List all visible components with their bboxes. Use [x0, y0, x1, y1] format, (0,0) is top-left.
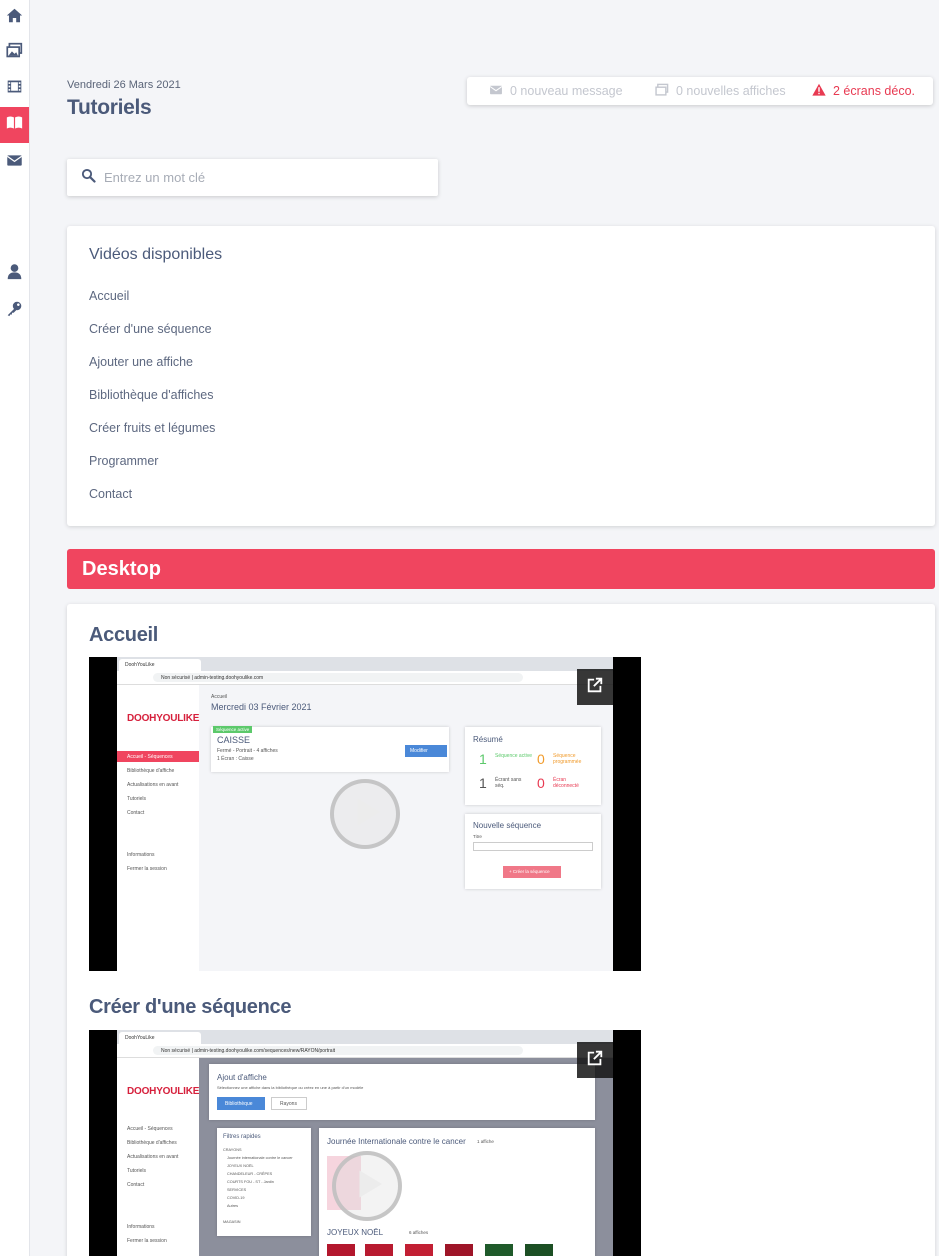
sidebar-item-home[interactable] — [0, 0, 29, 36]
sidebar-item-images[interactable] — [0, 35, 29, 71]
play-button[interactable] — [330, 779, 400, 849]
brand-logo: DOOHYOULIKE — [127, 713, 200, 724]
video-link-schedule[interactable]: Programmer — [89, 454, 158, 468]
available-videos-card: Vidéos disponibles Accueil Créer d'une s… — [67, 226, 935, 526]
video-link-fruits-vegetables[interactable]: Créer fruits et légumes — [89, 421, 215, 435]
play-button[interactable] — [332, 1151, 402, 1221]
images-icon — [6, 42, 23, 64]
external-link-icon — [586, 1049, 604, 1072]
video-player-accueil[interactable]: DoohYouLike Non sécurisé | admin-testing… — [89, 657, 641, 971]
book-icon — [6, 114, 23, 136]
messages-notification[interactable]: 0 nouveau message — [489, 77, 623, 105]
warning-icon — [812, 83, 833, 100]
video-player-create-sequence[interactable]: DoohYouLike Non sécurisé | admin-testing… — [89, 1030, 641, 1256]
messages-count: 0 nouveau message — [510, 84, 623, 98]
envelope-icon — [6, 152, 23, 174]
section-banner-desktop: Desktop — [67, 549, 935, 589]
film-icon — [6, 78, 23, 100]
sidebar-item-tutorials[interactable] — [0, 107, 29, 143]
images-icon — [655, 83, 676, 100]
open-external-button[interactable] — [577, 669, 613, 705]
screens-alert-text: 2 écrans déco. — [833, 84, 915, 98]
brand-logo: DOOHYOULIKE — [127, 1086, 200, 1097]
available-videos-title: Vidéos disponibles — [89, 246, 223, 263]
screens-alert[interactable]: 2 écrans déco. — [812, 77, 915, 105]
posters-count: 0 nouvelles affiches — [676, 84, 786, 98]
tutorial-videos-card: Accueil DoohYouLike Non sécurisé | admin… — [67, 604, 935, 1256]
video-link-accueil[interactable]: Accueil — [89, 289, 129, 303]
sidebar-item-password[interactable] — [0, 293, 29, 329]
search-box — [67, 159, 438, 196]
sidebar — [0, 0, 30, 1256]
search-input[interactable] — [104, 170, 404, 185]
home-icon — [6, 7, 23, 29]
play-icon — [350, 1169, 385, 1204]
search-icon — [81, 168, 104, 188]
user-icon — [6, 263, 23, 285]
video-link-add-poster[interactable]: Ajouter une affiche — [89, 355, 193, 369]
video-heading-accueil: Accueil — [89, 624, 159, 646]
sidebar-item-film[interactable] — [0, 71, 29, 107]
video-heading-create-sequence: Créer d'une séquence — [89, 996, 292, 1018]
sidebar-item-messages[interactable] — [0, 145, 29, 181]
open-external-button[interactable] — [577, 1042, 613, 1078]
posters-notification[interactable]: 0 nouvelles affiches — [655, 77, 786, 105]
current-date: Vendredi 26 Mars 2021 — [67, 79, 181, 91]
video-link-contact[interactable]: Contact — [89, 487, 132, 501]
video-link-poster-library[interactable]: Bibliothèque d'affiches — [89, 388, 213, 402]
video-link-create-sequence[interactable]: Créer d'une séquence — [89, 322, 212, 336]
key-icon — [6, 300, 23, 322]
video-frame: DoohYouLike Non sécurisé | admin-testing… — [117, 1030, 613, 1256]
sidebar-item-account[interactable] — [0, 256, 29, 292]
notification-bar: 0 nouveau message 0 nouvelles affiches 2… — [467, 77, 933, 105]
external-link-icon — [586, 676, 604, 699]
envelope-icon — [489, 83, 510, 100]
play-icon — [348, 797, 383, 832]
page-title: Tutoriels — [67, 96, 152, 119]
